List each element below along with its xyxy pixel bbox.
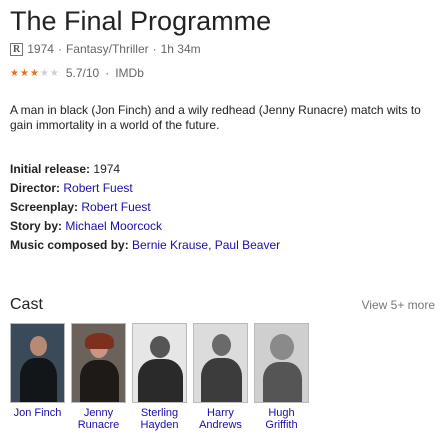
rating-row: ★★★★★ 5.7/10 · IMDb [10,66,144,80]
rating-badge-icon: R [10,42,24,56]
fact-story: Story by: Michael Moorcock [10,217,280,236]
cast-title: Cast [10,296,43,313]
cast-header: Cast View 5+ more [10,296,435,314]
release-year: 1974 [27,42,54,56]
fact-label: Initial release: [10,162,91,176]
cast-member[interactable]: Jenny Runacre [71,323,126,431]
meta-separator: · [152,42,157,56]
cast-photo [71,323,126,403]
fact-label: Story by: [10,219,63,233]
rating-score: 5.7/10 [65,66,100,80]
rating-separator: · [105,66,110,80]
star-icon: ★ [10,67,20,79]
star-icon: ★ [29,67,40,79]
cast-name: Sterling Hayden [140,407,179,431]
cast-member[interactable]: Hugh Griffith [254,323,309,431]
movie-meta: R 1974 · Fantasy/Thriller · 1h 34m [10,42,201,56]
cast-name: Hugh Griffith [265,407,298,431]
view-more-link[interactable]: View 5+ more [362,298,435,312]
composer-link[interactable]: Bernie Krause [132,238,208,252]
star-icon: ★ [39,67,50,79]
cast-member[interactable]: Sterling Hayden [132,323,187,431]
movie-title: The Final Programme [10,6,272,36]
fact-release: Initial release: 1974 [10,160,280,179]
cast-member[interactable]: Harry Andrews [193,323,248,431]
meta-separator: · [57,42,62,56]
cast-photo [193,323,248,403]
star-icon: ★ [49,67,60,79]
fact-label: Director: [10,181,61,195]
fact-label: Screenplay: [10,200,79,214]
composer-link[interactable]: Paul Beaver [215,238,280,252]
cast-photo [132,323,187,403]
director-link[interactable]: Robert Fuest [63,181,132,195]
cast-photo [254,323,309,403]
movie-description: A man in black (Jon Finch) and a wily re… [10,103,421,132]
duration: 1h 34m [160,42,201,56]
fact-value: 1974 [93,162,121,176]
cast-member[interactable]: Jon Finch [10,323,65,431]
fact-label: Music composed by: [10,238,129,252]
cast-photo [10,323,65,403]
fact-screenplay: Screenplay: Robert Fuest [10,198,280,217]
facts-list: Initial release: 1974 Director: Robert F… [10,160,280,255]
cast-name: Harry Andrews [199,407,242,431]
fact-music: Music composed by: Bernie Krause, Paul B… [10,236,280,255]
star-icon: ★ [19,67,30,79]
story-link[interactable]: Michael Moorcock [65,219,162,233]
rating-source-link[interactable]: IMDb [115,66,144,80]
star-rating: ★★★★★ [10,68,60,79]
composer-separator: , [208,238,215,252]
genre[interactable]: Fantasy/Thriller [66,42,149,56]
screenplay-link[interactable]: Robert Fuest [81,200,150,214]
fact-director: Director: Robert Fuest [10,179,280,198]
cast-name: Jon Finch [13,407,62,419]
cast-name: Jenny Runacre [77,407,120,431]
cast-list: Jon Finch Jenny Runacre Sterling Hayden [10,323,309,431]
